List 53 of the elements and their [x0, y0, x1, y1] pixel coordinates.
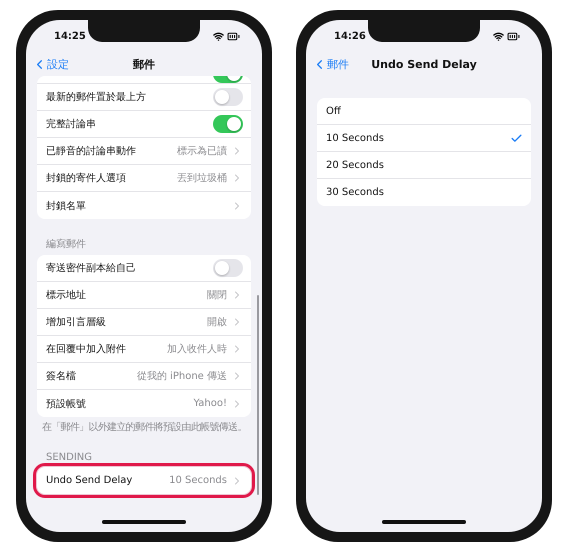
section-header: SENDING	[45, 452, 94, 463]
status-time: 14:25	[54, 30, 86, 42]
option-label: 30 Seconds	[326, 187, 385, 198]
back-link[interactable]: 郵件	[312, 56, 349, 72]
setting-row[interactable]: 標示地址 關閉	[37, 282, 251, 309]
section-footer: 在「郵件」以外建立的郵件將預設由此帳號傳送。	[37, 421, 251, 434]
setting-label: 封鎖的寄件人選項	[46, 172, 127, 185]
setting-label: 簽名檔	[46, 370, 77, 383]
option-label: 10 Seconds	[326, 132, 385, 144]
nav-title: Undo Send Delay	[371, 58, 477, 70]
setting-label: 最新的郵件置於最上方	[46, 90, 147, 104]
setting-label: 在回覆中加入附件	[46, 342, 127, 356]
setting-value: 丟到垃圾桶	[177, 172, 227, 185]
setting-label: 封鎖名單	[46, 200, 87, 212]
option-row[interactable]: Off	[317, 98, 531, 125]
back-link[interactable]: 設定	[32, 56, 69, 72]
section-header: 編寫郵件	[45, 238, 87, 251]
setting-label: 完整討論串	[46, 118, 97, 131]
option-row[interactable]: 10 Seconds	[317, 125, 531, 152]
setting-row[interactable]: 預設帳號 Yahoo!	[37, 390, 251, 417]
wifi-icon	[213, 30, 224, 42]
setting-row[interactable]: Undo Send Delay 10 Seconds	[37, 467, 251, 494]
setting-value: 開啟	[207, 316, 227, 329]
setting-value: Yahoo!	[194, 398, 227, 409]
setting-label: 增加引言層級	[46, 316, 107, 329]
setting-row[interactable]: 在回覆中加入附件 加入收件人時	[37, 336, 251, 363]
setting-label: 標示地址	[46, 288, 87, 302]
setting-label: 已靜音的討論串動作	[46, 144, 137, 158]
setting-value: 關閉	[207, 289, 227, 302]
setting-value: 10 Seconds	[169, 475, 227, 486]
battery-icon	[507, 30, 520, 42]
battery-icon	[227, 30, 240, 42]
option-label: Off	[326, 106, 342, 116]
setting-row[interactable]: 封鎖的寄件人選項 丟到垃圾桶	[37, 165, 251, 192]
toggle-switch[interactable]	[213, 259, 243, 277]
setting-label: 寄送密件副本給自己	[46, 262, 137, 275]
setting-value: 加入收件人時	[167, 342, 227, 356]
setting-row[interactable]: 封鎖名單	[37, 192, 251, 219]
wifi-icon	[493, 30, 504, 42]
toggle-switch[interactable]	[213, 88, 243, 106]
nav-title: 郵件	[133, 56, 155, 72]
setting-label: 預設帳號	[46, 398, 87, 410]
setting-row[interactable]: 簽名檔 從我的 iPhone 傳送	[37, 363, 251, 390]
setting-row[interactable]: 增加引言層級 開啟	[37, 309, 251, 336]
toggle-switch[interactable]	[213, 115, 243, 133]
option-label: 20 Seconds	[326, 160, 385, 170]
option-row[interactable]: 20 Seconds	[317, 152, 531, 179]
setting-row[interactable]: 已靜音的討論串動作 標示為已讀	[37, 138, 251, 165]
setting-label: Undo Send Delay	[46, 475, 134, 486]
option-row[interactable]: 30 Seconds	[317, 179, 531, 206]
status-time: 14:26	[334, 30, 366, 42]
setting-value: 標示為已讀	[177, 144, 227, 158]
setting-value: 從我的 iPhone 傳送	[136, 370, 227, 383]
